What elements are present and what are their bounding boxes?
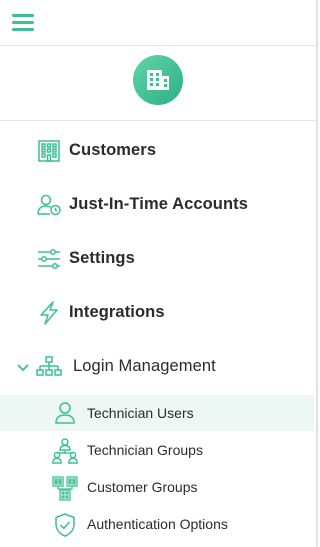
sub-label-technician-users: Technician Users [87, 405, 194, 421]
hierarchy-icon [36, 355, 62, 379]
sub-item-technician-users[interactable]: Technician Users [0, 395, 314, 431]
sub-label-authentication-options: Authentication Options [87, 516, 228, 532]
nav-label-login-management: Login Management [73, 357, 216, 375]
nav-item-customers[interactable]: Customers [0, 132, 316, 170]
nav-item-just-in-time-accounts[interactable]: Just-In-Time Accounts [0, 186, 316, 224]
nav-label-settings: Settings [69, 249, 135, 267]
user-icon [52, 401, 78, 425]
sidebar-header [0, 0, 316, 46]
hamburger-menu-icon[interactable] [12, 14, 34, 31]
building-icon [36, 139, 62, 163]
sub-item-customer-groups[interactable]: Customer Groups [0, 469, 314, 505]
sliders-icon [36, 247, 62, 271]
sub-label-customer-groups: Customer Groups [87, 479, 198, 495]
shield-check-icon [52, 512, 78, 537]
user-group-icon [52, 438, 78, 464]
sub-label-technician-groups: Technician Groups [87, 442, 203, 458]
nav-label-integrations: Integrations [69, 303, 165, 321]
sidebar-panel: Customers Just-In-Time Accounts Settings [0, 0, 318, 547]
nav-label-customers: Customers [69, 141, 157, 159]
sub-item-authentication-options[interactable]: Authentication Options [0, 506, 314, 542]
chevron-down-icon[interactable] [16, 360, 30, 378]
building-icon [133, 55, 183, 105]
nav-item-integrations[interactable]: Integrations [0, 294, 316, 332]
logo-area [0, 46, 316, 121]
lightning-icon [36, 301, 62, 325]
sub-item-technician-groups[interactable]: Technician Groups [0, 432, 314, 468]
nav-section-login-management[interactable]: Login Management [0, 348, 316, 386]
nav-item-settings[interactable]: Settings [0, 240, 316, 278]
user-clock-icon [36, 193, 62, 217]
nav-label-just-in-time-accounts: Just-In-Time Accounts [69, 195, 249, 213]
buildings-icon [52, 475, 78, 501]
